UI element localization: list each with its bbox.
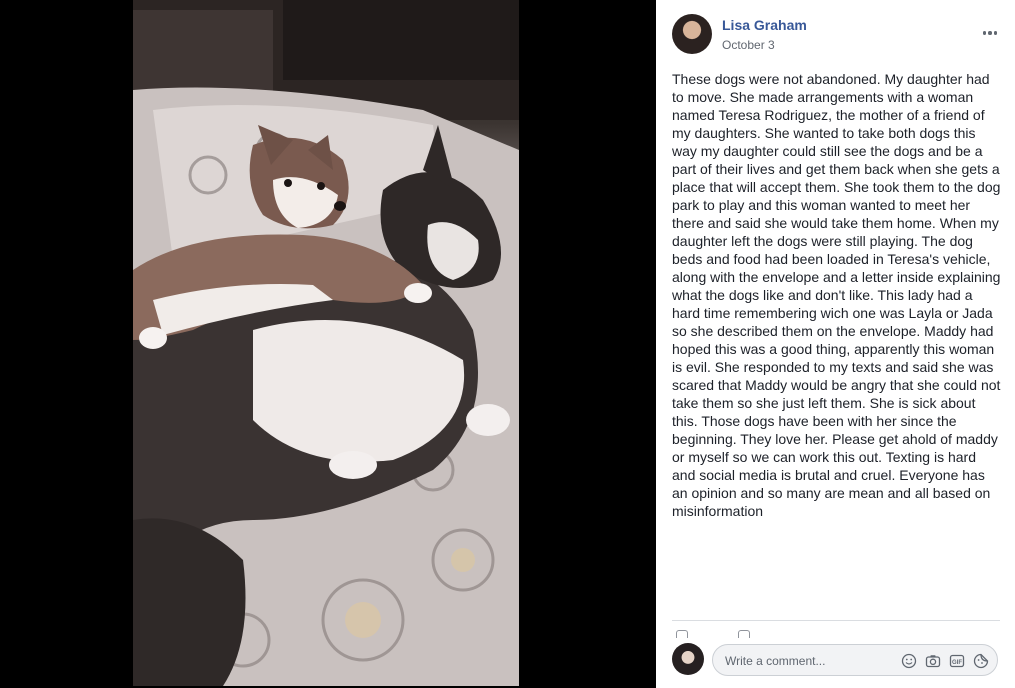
svg-text:GIF: GIF (952, 660, 962, 666)
photo-viewer (0, 0, 656, 688)
gif-icon[interactable]: GIF (949, 653, 965, 669)
emoji-icon[interactable] (901, 653, 917, 669)
post-photo[interactable] (133, 0, 519, 686)
reaction-icons-row (676, 630, 750, 639)
comment-input-box[interactable]: GIF (712, 644, 998, 676)
dot (993, 31, 998, 35)
author-name-link[interactable]: Lisa Graham (722, 17, 807, 33)
comment-input[interactable] (723, 651, 897, 671)
sticker-icon[interactable] (973, 653, 989, 669)
post-body-text: These dogs were not abandoned. My daught… (672, 71, 1001, 519)
camera-icon[interactable] (925, 653, 941, 669)
dogs-on-couch-image (133, 0, 519, 686)
more-options-icon[interactable] (978, 24, 1002, 44)
dot (988, 31, 992, 35)
divider (672, 620, 1000, 621)
post-timestamp[interactable]: October 3 (722, 38, 775, 52)
current-user-avatar (672, 643, 704, 675)
post-side-panel: Lisa Graham October 3 These dogs were no… (656, 0, 1015, 688)
dot (982, 31, 987, 35)
comment-bar: GIF (656, 638, 1015, 688)
author-avatar[interactable] (672, 14, 712, 54)
